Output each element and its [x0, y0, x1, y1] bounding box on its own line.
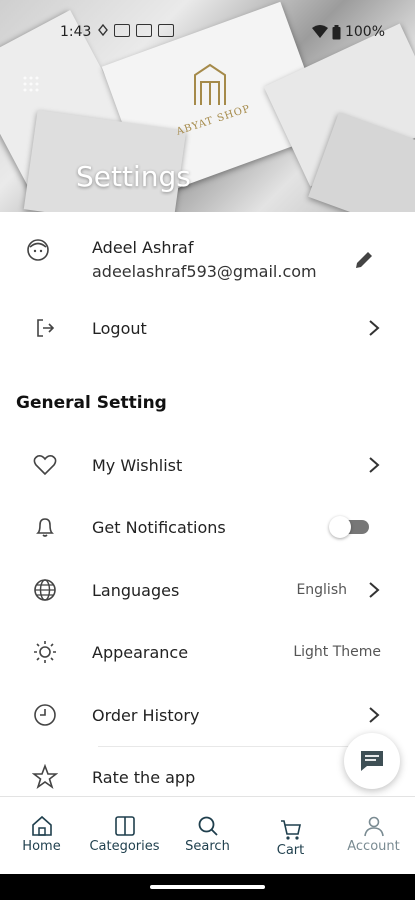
chevron-right-icon — [369, 320, 380, 336]
status-notification-icons — [98, 23, 174, 37]
header-banner: ABYAT SHOP 1:43 100% Settings — [0, 0, 415, 212]
chevron-right-icon — [369, 582, 380, 598]
logout-row[interactable]: Logout — [0, 308, 415, 348]
notifications-toggle[interactable] — [329, 516, 369, 538]
status-bar: 1:43 100% — [0, 0, 415, 64]
languages-row[interactable]: Languages English — [0, 570, 415, 610]
bell-icon — [32, 514, 58, 540]
clock-icon — [32, 702, 58, 728]
order-history-row[interactable]: Order History — [0, 695, 415, 735]
search-icon — [198, 816, 218, 836]
status-time: 1:43 — [60, 24, 92, 40]
image-notification-icon — [114, 24, 130, 37]
chevron-right-icon — [369, 707, 380, 723]
logout-label: Logout — [92, 318, 147, 338]
nav-categories[interactable]: Categories — [83, 797, 166, 875]
chevron-right-icon — [369, 457, 380, 473]
toggle-knob — [329, 516, 351, 538]
language-value: English — [296, 582, 347, 598]
profile-email: adeelashraf593@gmail.com — [92, 262, 317, 281]
nav-search[interactable]: Search — [166, 797, 249, 875]
home-icon — [32, 815, 52, 836]
general-setting-title: General Setting — [16, 393, 167, 413]
brand-logo: ABYAT SHOP — [175, 60, 252, 138]
nav-search-label: Search — [185, 839, 230, 854]
rate-app-label: Rate the app — [92, 767, 196, 787]
logout-icon — [32, 315, 58, 341]
star-icon — [32, 764, 58, 790]
nav-categories-label: Categories — [89, 839, 160, 854]
order-history-label: Order History — [92, 705, 200, 725]
heart-icon — [32, 452, 58, 478]
notifications-label: Get Notifications — [92, 517, 226, 537]
languages-label: Languages — [92, 580, 180, 600]
wishlist-row[interactable]: My Wishlist — [0, 445, 415, 485]
sun-icon — [32, 639, 58, 665]
user-face-icon — [26, 238, 50, 262]
nav-cart-label: Cart — [276, 843, 305, 858]
image-notification-icon — [136, 24, 152, 37]
wifi-icon — [311, 25, 328, 38]
page-title: Settings — [76, 160, 191, 193]
battery-icon — [332, 24, 341, 39]
nav-account[interactable]: Account — [332, 797, 415, 875]
logo-building-icon — [194, 63, 226, 105]
globe-icon — [32, 577, 58, 603]
profile-name: Adeel Ashraf — [92, 238, 194, 257]
status-system-icons: 100% — [311, 24, 385, 40]
nav-home-label: Home — [22, 839, 61, 854]
divider — [98, 746, 373, 747]
appearance-value: Light Theme — [293, 644, 381, 660]
nav-account-label: Account — [347, 839, 400, 854]
person-icon — [364, 816, 384, 837]
nav-home[interactable]: Home — [0, 797, 83, 875]
pencil-icon — [356, 252, 372, 268]
chat-button[interactable] — [344, 733, 400, 789]
grid-icon — [23, 76, 39, 92]
categories-icon — [115, 816, 135, 836]
system-gesture-bar — [0, 874, 415, 900]
appearance-row[interactable]: Appearance Light Theme — [0, 632, 415, 672]
edit-profile-button[interactable] — [352, 248, 378, 274]
nav-cart[interactable]: Cart — [249, 797, 332, 875]
wishlist-label: My Wishlist — [92, 455, 183, 475]
battery-percent: 100% — [344, 24, 385, 40]
bottom-navigation: Home Categories Search Cart Account — [0, 796, 415, 875]
profile-row[interactable]: Adeel Ashraf adeelashraf593@gmail.com — [0, 232, 415, 288]
chat-icon — [361, 751, 383, 771]
appearance-label: Appearance — [92, 642, 189, 662]
notifications-row: Get Notifications — [0, 507, 415, 547]
image-notification-icon — [158, 24, 174, 37]
cart-icon — [281, 820, 301, 840]
notification-icon — [98, 23, 108, 37]
home-gesture-handle[interactable] — [150, 885, 265, 889]
